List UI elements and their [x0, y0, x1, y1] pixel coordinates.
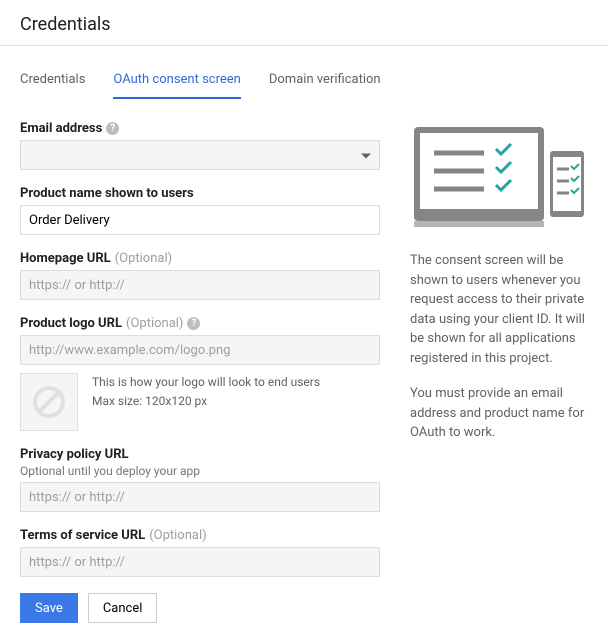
tabs: Credentials OAuth consent screen Domain …	[0, 64, 608, 99]
privacy-input[interactable]	[29, 483, 371, 511]
logo-url-input-wrap	[20, 335, 380, 365]
field-tos: Terms of service URL (Optional)	[20, 528, 380, 577]
side-paragraph-2: You must provide an email address and pr…	[410, 384, 588, 443]
field-logo-url: Product logo URL (Optional) ? This is ho…	[20, 316, 380, 431]
product-name-label: Product name shown to users	[20, 186, 194, 201]
homepage-input[interactable]	[29, 271, 371, 299]
logo-url-input[interactable]	[29, 336, 371, 364]
logo-url-label: Product logo URL	[20, 316, 122, 331]
form-column: Email address ? Product name shown to us…	[20, 121, 380, 623]
cancel-button[interactable]: Cancel	[88, 593, 158, 623]
tos-label: Terms of service URL	[20, 528, 145, 543]
side-column: The consent screen will be shown to user…	[410, 121, 588, 623]
privacy-input-wrap	[20, 482, 380, 512]
homepage-label: Homepage URL	[20, 251, 111, 266]
product-name-input[interactable]	[29, 206, 371, 234]
field-privacy: Privacy policy URL Optional until you de…	[20, 447, 380, 512]
chevron-down-icon	[361, 148, 371, 163]
side-paragraph-1: The consent screen will be shown to user…	[410, 251, 588, 368]
logo-hint-2: Max size: 120x120 px	[92, 392, 320, 411]
save-button[interactable]: Save	[20, 593, 78, 623]
tab-credentials[interactable]: Credentials	[20, 64, 85, 99]
tab-domain-verification[interactable]: Domain verification	[269, 64, 381, 99]
help-icon[interactable]: ?	[187, 317, 200, 330]
product-name-input-wrap	[20, 205, 380, 235]
tab-oauth-consent[interactable]: OAuth consent screen	[113, 64, 240, 99]
field-email: Email address ?	[20, 121, 380, 170]
logo-placeholder-icon	[20, 373, 78, 431]
field-homepage: Homepage URL (Optional)	[20, 251, 380, 300]
page-title: Credentials	[0, 0, 608, 46]
homepage-input-wrap	[20, 270, 380, 300]
privacy-label: Privacy policy URL	[20, 447, 129, 462]
field-product-name: Product name shown to users	[20, 186, 380, 235]
help-icon[interactable]: ?	[106, 122, 119, 135]
consent-illustration	[410, 121, 588, 231]
button-row: Save Cancel	[20, 593, 380, 623]
logo-preview: This is how your logo will look to end u…	[20, 373, 380, 431]
homepage-optional: (Optional)	[115, 251, 172, 266]
tos-input-wrap	[20, 547, 380, 577]
privacy-sublabel: Optional until you deploy your app	[20, 464, 380, 478]
tos-optional: (Optional)	[149, 528, 206, 543]
tos-input[interactable]	[29, 548, 371, 576]
email-label: Email address	[20, 121, 102, 136]
logo-hint-1: This is how your logo will look to end u…	[92, 373, 320, 392]
logo-url-optional: (Optional)	[126, 316, 183, 331]
email-select[interactable]	[20, 140, 380, 170]
